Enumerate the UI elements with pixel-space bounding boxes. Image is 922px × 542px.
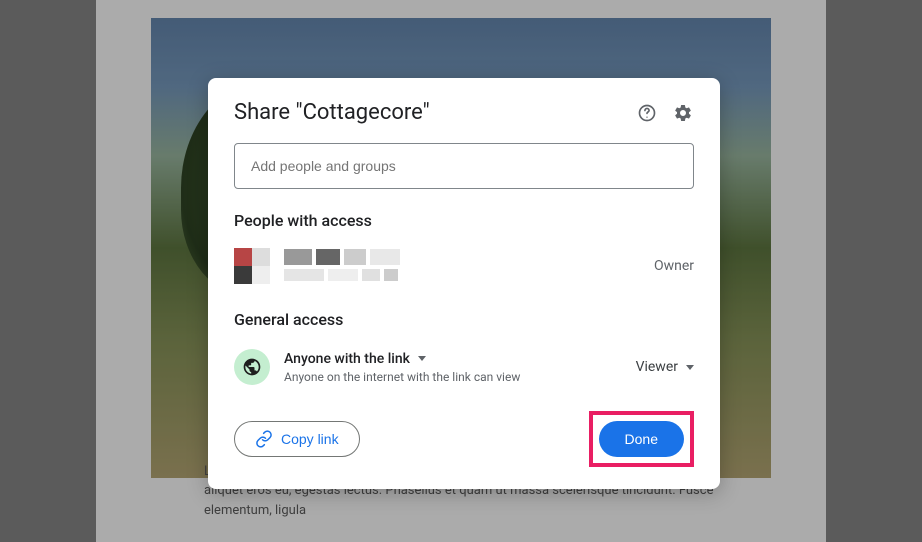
add-people-input[interactable] [234,143,694,189]
person-row: Owner [234,244,694,288]
person-name-redacted [284,249,654,283]
permission-label: Viewer [636,359,678,375]
done-highlight-annotation: Done [589,411,694,467]
copy-link-button[interactable]: Copy link [234,421,360,457]
owner-role-label: Owner [654,258,694,274]
gear-icon[interactable] [672,102,694,124]
general-access-heading: General access [234,310,694,329]
chevron-down-icon [418,356,426,361]
globe-icon [234,349,270,385]
dialog-footer: Copy link Done [234,411,694,467]
permission-dropdown[interactable]: Viewer [636,359,694,375]
access-description: Anyone on the internet with the link can… [284,370,636,384]
dialog-header: Share "Cottagecore" [234,100,694,125]
share-dialog: Share "Cottagecore" People with access [208,78,720,489]
dialog-title: Share "Cottagecore" [234,100,636,125]
people-access-heading: People with access [234,211,694,230]
general-access-row: Anyone with the link Anyone on the inter… [234,343,694,391]
avatar [234,248,270,284]
help-icon[interactable] [636,102,658,124]
access-scope-dropdown[interactable]: Anyone with the link [284,351,636,367]
done-button[interactable]: Done [599,421,684,457]
chevron-down-icon [686,365,694,370]
link-icon [255,430,273,448]
access-scope-label: Anyone with the link [284,351,410,367]
copy-link-label: Copy link [281,431,339,447]
